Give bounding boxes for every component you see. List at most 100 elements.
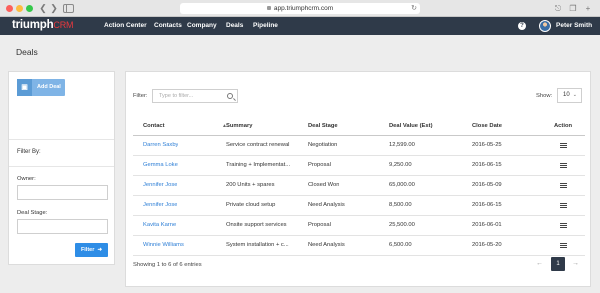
page-title: Deals	[16, 47, 38, 57]
table-row: Jennifer Jose Private cloud setup Need A…	[126, 196, 592, 215]
close-date-cell: 2016-06-01	[472, 222, 502, 228]
page-size-value: 10	[563, 92, 570, 98]
owner-field[interactable]	[17, 185, 108, 200]
owner-label: Owner:	[17, 176, 36, 182]
show-label: Show:	[536, 93, 553, 99]
table-filter-input[interactable]: Type to filter...	[152, 89, 238, 103]
contact-link[interactable]: Jennifer Jose	[143, 176, 177, 195]
help-icon[interactable]: ?	[518, 22, 526, 30]
hamburger-menu-icon[interactable]	[560, 163, 567, 168]
nav-contacts[interactable]: Contacts	[154, 17, 182, 35]
deal-value-cell: 8,500.00	[389, 202, 412, 208]
minimize-window-button[interactable]	[16, 5, 23, 12]
lock-icon	[266, 6, 271, 10]
divider	[9, 139, 114, 140]
contact-link[interactable]: Winnie Williams	[143, 236, 184, 255]
new-tab-icon[interactable]: +	[583, 3, 593, 14]
hamburger-menu-icon[interactable]	[560, 183, 567, 188]
table-filter-label: Filter:	[133, 93, 148, 99]
summary-cell: 200 Units + spares	[226, 182, 275, 188]
table-row: Winnie Williams System installation + c.…	[126, 236, 592, 255]
hamburger-menu-icon[interactable]	[560, 223, 567, 228]
summary-cell: Private cloud setup	[226, 202, 276, 208]
deal-stage-cell: Closed Won	[308, 182, 340, 188]
top-navigation: triumphCRM Action Center Contacts Compan…	[0, 17, 600, 35]
filter-by-heading: Filter By:	[17, 149, 41, 155]
deal-stage-field[interactable]	[17, 219, 108, 234]
deal-stage-cell: Proposal	[308, 222, 331, 228]
deals-panel: Filter: Type to filter... Show: 10 ⌄ Con…	[125, 71, 591, 287]
share-icon[interactable]: ⎋	[553, 3, 563, 14]
deal-stage-cell: Need Analysis	[308, 242, 345, 248]
nav-action-center[interactable]: Action Center	[104, 17, 147, 35]
hamburger-menu-icon[interactable]	[560, 243, 567, 248]
back-icon[interactable]: ❮	[38, 3, 48, 14]
app-logo[interactable]: triumphCRM	[12, 19, 74, 31]
divider	[9, 166, 114, 167]
deal-stage-label: Deal Stage:	[17, 210, 48, 216]
table-row: Darren Saxby Service contract renewal Ne…	[126, 136, 592, 155]
close-date-cell: 2016-05-25	[472, 142, 502, 148]
contact-link[interactable]: Kavita Karne	[143, 216, 176, 235]
deal-value-cell: 25,500.00	[389, 222, 415, 228]
column-header-deal-value[interactable]: Deal Value (Est)	[389, 117, 433, 135]
pagination-current-page[interactable]: 1	[551, 257, 565, 271]
nav-pipeline[interactable]: Pipeline	[253, 17, 278, 35]
search-icon[interactable]	[227, 93, 233, 99]
filter-placeholder: Type to filter...	[159, 93, 194, 99]
deal-value-cell: 6,500.00	[389, 242, 412, 248]
close-date-cell: 2016-06-15	[472, 162, 502, 168]
page-size-select[interactable]: 10 ⌄	[557, 88, 582, 103]
reload-icon[interactable]: ↻	[411, 3, 417, 14]
next-page-icon[interactable]: →	[572, 260, 579, 267]
nav-deals[interactable]: Deals	[226, 17, 243, 35]
filter-button-label: Filter	[80, 247, 95, 253]
filter-button[interactable]: Filter ➜	[75, 243, 108, 257]
zoom-window-button[interactable]	[26, 5, 33, 12]
contact-link[interactable]: Gemma Loke	[143, 156, 178, 175]
deal-value-cell: 65,000.00	[389, 182, 415, 188]
add-deal-label: Add Deal	[37, 84, 61, 90]
forward-icon[interactable]: ❯	[49, 3, 59, 14]
nav-company[interactable]: Company	[187, 17, 217, 35]
arrow-right-icon: ➜	[95, 247, 103, 253]
summary-cell: System installation + c...	[226, 242, 289, 248]
summary-cell: Training + Implementat...	[226, 162, 291, 168]
close-date-cell: 2016-05-09	[472, 182, 502, 188]
previous-page-icon[interactable]: ←	[536, 260, 543, 267]
chevron-down-icon: ⌄	[572, 92, 577, 98]
hamburger-menu-icon[interactable]	[560, 143, 567, 148]
page-content: Deals ▣ Add Deal Filter By: Owner: Deal …	[0, 35, 600, 293]
contact-link[interactable]: Jennifer Jose	[143, 196, 177, 215]
column-header-close-date[interactable]: Close Date	[472, 117, 502, 135]
row-divider	[133, 255, 585, 256]
entries-info: Showing 1 to 6 of 6 entries	[133, 262, 202, 268]
column-header-contact[interactable]: Contact ▲	[143, 117, 227, 135]
deal-stage-cell: Negotiation	[308, 142, 338, 148]
close-date-cell: 2016-06-15	[472, 202, 502, 208]
hamburger-menu-icon[interactable]	[560, 203, 567, 208]
contact-link[interactable]: Darren Saxby	[143, 136, 178, 155]
column-header-deal-stage[interactable]: Deal Stage	[308, 117, 338, 135]
filter-sidebar: ▣ Add Deal Filter By: Owner: Deal Stage:…	[8, 71, 115, 265]
table-row: Kavita Karne Onsite support services Pro…	[126, 216, 592, 235]
table-row: Jennifer Jose 200 Units + spares Closed …	[126, 176, 592, 195]
browser-toolbar: ❮ ❯ app.triumphcrm.com ↻ ⎋ ❐ +	[0, 0, 600, 17]
tabs-overview-icon[interactable]: ❐	[568, 3, 578, 14]
user-name[interactable]: Peter Smith	[556, 17, 592, 35]
close-date-cell: 2016-05-20	[472, 242, 502, 248]
url-text: app.triumphcrm.com	[273, 5, 334, 12]
add-deal-button[interactable]: ▣ Add Deal	[17, 79, 65, 96]
briefcase-icon: ▣	[17, 79, 32, 96]
summary-cell: Onsite support services	[226, 222, 287, 228]
deal-value-cell: 12,599.00	[389, 142, 415, 148]
close-window-button[interactable]	[6, 5, 13, 12]
column-header-summary[interactable]: Summary	[226, 117, 252, 135]
deal-stage-cell: Need Analysis	[308, 202, 345, 208]
address-bar[interactable]: app.triumphcrm.com ↻	[180, 3, 420, 14]
summary-cell: Service contract renewal	[226, 142, 290, 148]
table-row: Gemma Loke Training + Implementat... Pro…	[126, 156, 592, 175]
sidebar-toggle-icon[interactable]	[63, 4, 74, 13]
avatar[interactable]	[539, 20, 551, 32]
deal-stage-cell: Proposal	[308, 162, 331, 168]
